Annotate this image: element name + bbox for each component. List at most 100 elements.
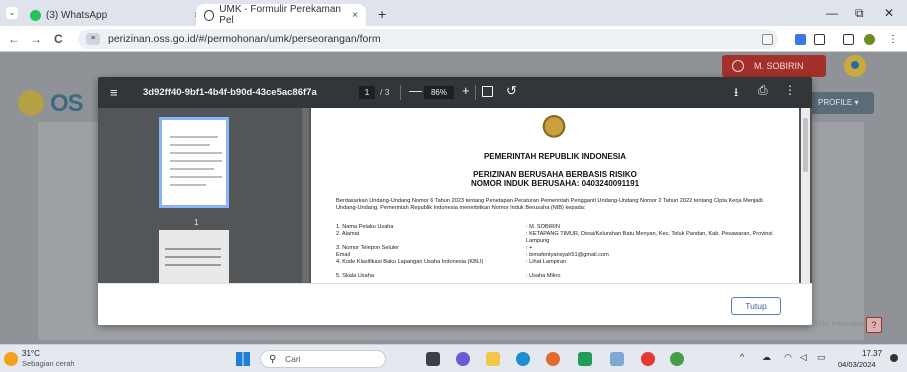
tab-whatsapp[interactable]: (3) WhatsApp × xyxy=(22,4,208,26)
tab-umk-form[interactable]: UMK - Formulir Perekaman Pel × xyxy=(196,4,366,26)
url-bar[interactable]: ≡ perizinan.oss.go.id/#/permohonan/umk/p… xyxy=(78,29,778,49)
thumb-line xyxy=(165,264,221,266)
clock-time[interactable]: 17.37 xyxy=(862,349,882,358)
toolbar-divider xyxy=(475,85,476,100)
browser-tab-bar: ⌄ (3) WhatsApp × UMK - Formulir Perekama… xyxy=(0,0,907,26)
extension-icon[interactable] xyxy=(795,34,806,45)
side-panel-icon[interactable] xyxy=(843,34,854,45)
battery-icon[interactable]: ▭ xyxy=(817,352,826,363)
field-label: Email xyxy=(336,252,350,258)
user-menu-button[interactable]: M. SOBIRIN xyxy=(722,55,826,77)
field-label: 5. Skala Usaha xyxy=(336,273,374,279)
fit-page-icon[interactable] xyxy=(482,86,493,97)
help-icon[interactable]: ? xyxy=(866,317,882,333)
doc-intro-paragraph: Berdasarkan Undang-Undang Nomor 6 Tahun … xyxy=(336,198,763,211)
viewer-scrollbar[interactable] xyxy=(801,108,810,283)
user-icon xyxy=(732,60,744,72)
page-thumbnail-2[interactable] xyxy=(159,230,229,283)
chat-icon[interactable] xyxy=(456,352,470,366)
sidebar-scrollbar[interactable] xyxy=(302,108,309,283)
field-value: : Lihat Lampiran xyxy=(526,259,567,265)
browser-menu-icon[interactable]: ⋮ xyxy=(888,34,899,45)
file-explorer-icon[interactable] xyxy=(486,352,500,366)
doc-heading-government: PEMERINTAH REPUBLIK INDONESIA xyxy=(483,152,627,161)
user-name: M. SOBIRIN xyxy=(754,61,804,71)
weather-description[interactable]: Sebagian cerah xyxy=(22,359,75,368)
pdf-file-title: 3d92ff40-9bf1-4b4f-b90d-43ce5ac86f7a xyxy=(143,87,317,98)
field-value: : Usaha Mikro xyxy=(526,273,561,279)
extensions-puzzle-icon[interactable] xyxy=(814,34,825,45)
thumb-line xyxy=(165,248,221,250)
page-thumbnail-1[interactable] xyxy=(159,117,229,208)
site-info-icon[interactable]: ≡ xyxy=(86,33,100,45)
wifi-icon[interactable]: ◠ xyxy=(784,352,792,363)
tab-search-icon[interactable]: ⌄ xyxy=(6,7,18,19)
taskbar-search-input[interactable]: ⚲ Cari xyxy=(260,350,386,368)
restore-button[interactable]: ⧉ xyxy=(855,6,864,21)
tray-chevron-icon[interactable]: ^ xyxy=(740,352,744,362)
notification-bell-icon[interactable] xyxy=(844,55,866,77)
rotate-icon[interactable]: ↺ xyxy=(506,83,517,99)
thumbnail-page-number: 1 xyxy=(194,218,199,227)
minimize-button[interactable]: — xyxy=(826,6,838,20)
weather-icon[interactable] xyxy=(4,352,18,366)
profile-avatar-icon[interactable] xyxy=(864,34,875,45)
pdf-modal: ≡ 3d92ff40-9bf1-4b4f-b90d-43ce5ac86f7a 1… xyxy=(98,77,812,325)
tab-title: UMK - Formulir Perekaman Pel xyxy=(219,4,341,26)
close-modal-button[interactable]: Tutup xyxy=(731,297,781,315)
chrome-icon[interactable] xyxy=(641,352,655,366)
field-label: 1. Nama Pelaku Usaha xyxy=(336,224,394,230)
reload-button[interactable]: C xyxy=(54,32,63,46)
zoom-level-input[interactable]: 86% xyxy=(424,86,454,99)
thumbnail-sidebar: 1 xyxy=(98,108,311,283)
app-icon[interactable] xyxy=(546,352,560,366)
close-tab-icon[interactable]: × xyxy=(352,10,358,21)
weather-temperature[interactable]: 31°C xyxy=(22,349,40,358)
field-label: 3. Nomor Telepon Seluler xyxy=(336,245,400,251)
network-icon[interactable]: ☁ xyxy=(762,352,771,363)
thumb-line xyxy=(170,160,222,162)
field-value: : M. SOBIRIN xyxy=(526,224,560,230)
doc-heading-nib: NOMOR INDUK BERUSAHA: 0403240091191 xyxy=(470,179,640,188)
search-icon: ⚲ xyxy=(269,354,277,365)
pdf-page: PEMERINTAH REPUBLIK INDONESIA PERIZINAN … xyxy=(311,108,799,283)
download-icon[interactable]: ⭳ xyxy=(734,83,738,104)
back-button[interactable]: ← xyxy=(8,32,20,46)
windows-start-icon[interactable] xyxy=(236,352,250,366)
more-options-icon[interactable]: ⋮ xyxy=(784,83,796,97)
garuda-logo-icon xyxy=(18,90,44,116)
bookmark-star-icon[interactable] xyxy=(762,34,773,45)
field-label: 4. Kode Klasifikasi Baku Lapangan Usaha … xyxy=(336,259,484,265)
pdf-menu-icon[interactable]: ≡ xyxy=(110,85,118,100)
app-icon[interactable] xyxy=(610,352,624,366)
pdf-toolbar: ≡ 3d92ff40-9bf1-4b4f-b90d-43ce5ac86f7a 1… xyxy=(98,77,812,108)
volume-icon[interactable]: ◁ xyxy=(800,352,807,363)
close-window-button[interactable]: ✕ xyxy=(884,6,894,20)
new-tab-button[interactable]: + xyxy=(378,6,386,22)
edge-icon[interactable] xyxy=(516,352,530,366)
clock-date[interactable]: 04/03/2024 xyxy=(838,360,876,369)
pdf-page-viewer: PEMERINTAH REPUBLIK INDONESIA PERIZINAN … xyxy=(311,108,812,283)
forward-button[interactable]: → xyxy=(30,32,42,46)
thumb-line xyxy=(170,136,218,138)
app-icon[interactable] xyxy=(670,352,684,366)
whatsapp-icon xyxy=(30,9,41,21)
url-text: perizinan.oss.go.id/#/permohonan/umk/per… xyxy=(108,33,381,45)
print-icon[interactable]: ⎙ xyxy=(758,83,768,98)
toolbar-divider xyxy=(400,85,401,100)
thumb-line xyxy=(170,168,214,170)
page-total: / 3 xyxy=(380,87,390,97)
field-label: 2. Alamat xyxy=(336,231,360,237)
task-view-icon[interactable] xyxy=(426,352,440,366)
zoom-out-button[interactable]: — xyxy=(409,83,422,98)
page-number-input[interactable]: 1 xyxy=(359,86,375,99)
zoom-in-button[interactable]: + xyxy=(462,83,470,98)
modal-footer: Tutup xyxy=(98,283,812,325)
thumb-line xyxy=(170,176,222,178)
profile-button[interactable]: PROFILE ▾ xyxy=(808,92,874,114)
notification-icon[interactable] xyxy=(890,354,898,362)
thumb-line xyxy=(165,256,221,258)
garuda-emblem-icon xyxy=(534,112,574,144)
app-icon[interactable] xyxy=(578,352,592,366)
scrollbar-thumb[interactable] xyxy=(803,118,808,172)
